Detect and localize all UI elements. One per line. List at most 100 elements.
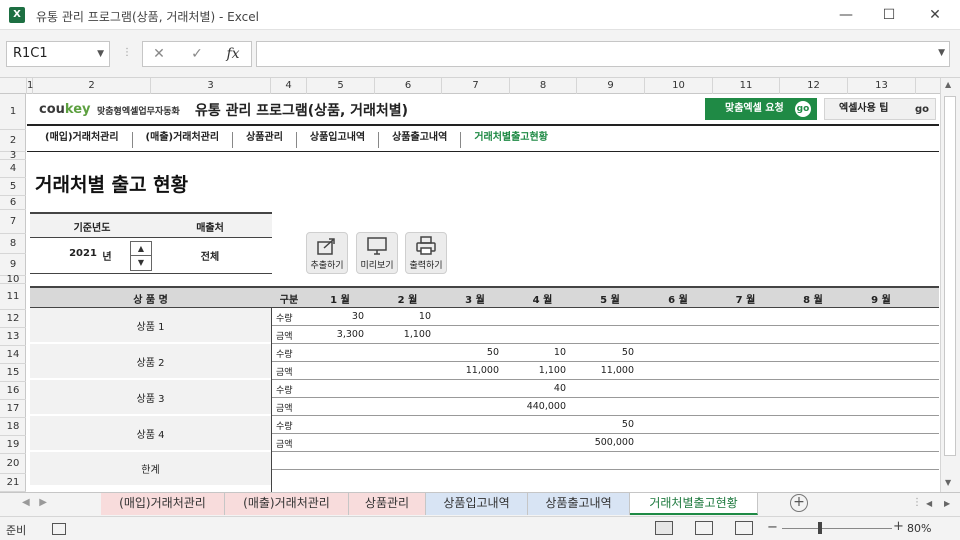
- normal-view-icon[interactable]: [655, 521, 673, 535]
- column-header[interactable]: 11: [713, 78, 780, 94]
- minimize-button[interactable]: —: [836, 6, 856, 24]
- print-button[interactable]: 출력하기: [405, 232, 447, 274]
- row-header[interactable]: 15: [0, 364, 26, 382]
- column-header[interactable]: 9: [577, 78, 645, 94]
- amount-row[interactable]: 금액 500,000: [272, 434, 939, 452]
- month-value-cell[interactable]: 500,000: [566, 437, 634, 448]
- month-value-cell[interactable]: 50: [566, 419, 634, 430]
- month-value-cell[interactable]: 1,100: [364, 329, 431, 340]
- scroll-down-icon[interactable]: ▼: [945, 478, 951, 487]
- row-header[interactable]: 14: [0, 346, 26, 364]
- column-header[interactable]: 8: [510, 78, 577, 94]
- row-header[interactable]: 13: [0, 328, 26, 346]
- row-header[interactable]: 5: [0, 178, 26, 196]
- scroll-thumb[interactable]: [944, 96, 956, 456]
- tab-purchase-clients[interactable]: (매입)거래처관리: [101, 493, 225, 515]
- month-value-cell[interactable]: 30: [296, 311, 364, 322]
- month-value-cell[interactable]: 50: [566, 347, 634, 358]
- month-value-cell[interactable]: 440,000: [499, 401, 566, 412]
- vertical-scrollbar[interactable]: ▲ ▼: [940, 78, 960, 492]
- spinner-up-icon[interactable]: ▲: [131, 242, 151, 256]
- excel-tip-button[interactable]: 엑셀사용 팁 go: [824, 98, 936, 120]
- year-spinner[interactable]: ▲ ▼: [130, 241, 152, 271]
- month-value-cell[interactable]: 50: [431, 347, 499, 358]
- tab-client-shipment-status[interactable]: 거래처별출고현황: [630, 493, 758, 515]
- drag-handle-icon[interactable]: ⋮: [912, 497, 922, 508]
- tab-product-shipments[interactable]: 상품출고내역: [528, 493, 630, 515]
- nav-product-shipments[interactable]: 상품출고내역: [379, 132, 462, 148]
- column-header[interactable]: 4: [271, 78, 307, 94]
- row-header[interactable]: 18: [0, 418, 26, 436]
- zoom-slider[interactable]: [782, 528, 892, 529]
- tab-scroll-icons[interactable]: ◀ ▶: [22, 497, 47, 508]
- month-value-cell[interactable]: 11,000: [431, 365, 499, 376]
- month-value-cell[interactable]: 10: [364, 311, 431, 322]
- add-sheet-icon[interactable]: +: [790, 494, 808, 512]
- row-header[interactable]: 4: [0, 160, 26, 178]
- row-header[interactable]: 6: [0, 196, 26, 210]
- scroll-left-icon[interactable]: ◀: [926, 499, 932, 508]
- column-header[interactable]: 2: [33, 78, 151, 94]
- month-value-cell[interactable]: 3,300: [296, 329, 364, 340]
- row-header[interactable]: 11: [0, 284, 26, 310]
- total-row[interactable]: [272, 452, 939, 470]
- row-header[interactable]: 16: [0, 382, 26, 400]
- nav-product-receipts[interactable]: 상품입고내역: [297, 132, 380, 148]
- formula-input[interactable]: ▼: [256, 41, 950, 67]
- cancel-icon[interactable]: ✕: [147, 46, 171, 62]
- month-value-cell[interactable]: 1,100: [499, 365, 566, 376]
- year-value[interactable]: 2021: [68, 248, 98, 259]
- page-break-icon[interactable]: [735, 521, 753, 535]
- nav-purchase-clients[interactable]: (매입)거래처관리: [45, 132, 133, 148]
- row-header[interactable]: 7: [0, 210, 26, 234]
- macro-record-icon[interactable]: [52, 523, 66, 535]
- page-layout-icon[interactable]: [695, 521, 713, 535]
- chevron-down-icon[interactable]: ▼: [97, 42, 104, 66]
- enter-icon[interactable]: ✓: [185, 46, 209, 62]
- name-box[interactable]: R1C1 ▼: [6, 41, 110, 67]
- row-header[interactable]: 17: [0, 400, 26, 418]
- column-header[interactable]: 6: [375, 78, 442, 94]
- zoom-in-button[interactable]: +: [893, 519, 904, 534]
- quantity-row[interactable]: 수량 40: [272, 380, 939, 398]
- nav-sales-clients[interactable]: (매출)거래처관리: [133, 132, 234, 148]
- tab-sales-clients[interactable]: (매출)거래처관리: [225, 493, 349, 515]
- drag-handle-icon[interactable]: ⋮: [122, 47, 132, 58]
- nav-products[interactable]: 상품관리: [233, 132, 297, 148]
- column-header[interactable]: 3: [151, 78, 271, 94]
- row-header[interactable]: 2: [0, 130, 26, 152]
- maximize-button[interactable]: ☐: [879, 6, 899, 24]
- extract-button[interactable]: 추출하기: [306, 232, 348, 274]
- row-header[interactable]: 20: [0, 454, 26, 474]
- spinner-down-icon[interactable]: ▼: [131, 256, 151, 270]
- column-header[interactable]: 7: [442, 78, 510, 94]
- row-header[interactable]: 8: [0, 234, 26, 254]
- amount-row[interactable]: 금액 3,300 1,100: [272, 326, 939, 344]
- amount-row[interactable]: 금액 440,000: [272, 398, 939, 416]
- insert-function-icon[interactable]: fx: [221, 46, 245, 62]
- column-header[interactable]: 10: [645, 78, 713, 94]
- month-value-cell[interactable]: 10: [499, 347, 566, 358]
- client-value[interactable]: 전체: [190, 248, 230, 263]
- amount-row[interactable]: 금액 11,000 1,100 11,000: [272, 362, 939, 380]
- preview-button[interactable]: 미리보기: [356, 232, 398, 274]
- row-header[interactable]: 21: [0, 474, 26, 492]
- tab-products[interactable]: 상품관리: [349, 493, 426, 515]
- row-header[interactable]: 9: [0, 254, 26, 276]
- expand-formula-icon[interactable]: ▼: [938, 48, 945, 58]
- column-header[interactable]: 5: [307, 78, 375, 94]
- quantity-row[interactable]: 수량 50: [272, 416, 939, 434]
- tab-product-receipts[interactable]: 상품입고내역: [426, 493, 528, 515]
- row-header[interactable]: 12: [0, 310, 26, 328]
- close-button[interactable]: ✕: [925, 6, 945, 24]
- month-value-cell[interactable]: 40: [499, 383, 566, 394]
- scroll-right-icon[interactable]: ▶: [944, 499, 950, 508]
- month-value-cell[interactable]: 11,000: [566, 365, 634, 376]
- zoom-out-button[interactable]: −: [767, 520, 778, 535]
- column-header[interactable]: 12: [780, 78, 848, 94]
- zoom-slider-thumb[interactable]: [818, 522, 822, 534]
- column-header[interactable]: 13: [848, 78, 916, 94]
- nav-client-shipment-status[interactable]: 거래처별출고현황: [461, 132, 561, 148]
- row-header[interactable]: 1: [0, 94, 26, 130]
- zoom-level[interactable]: 80%: [907, 522, 931, 535]
